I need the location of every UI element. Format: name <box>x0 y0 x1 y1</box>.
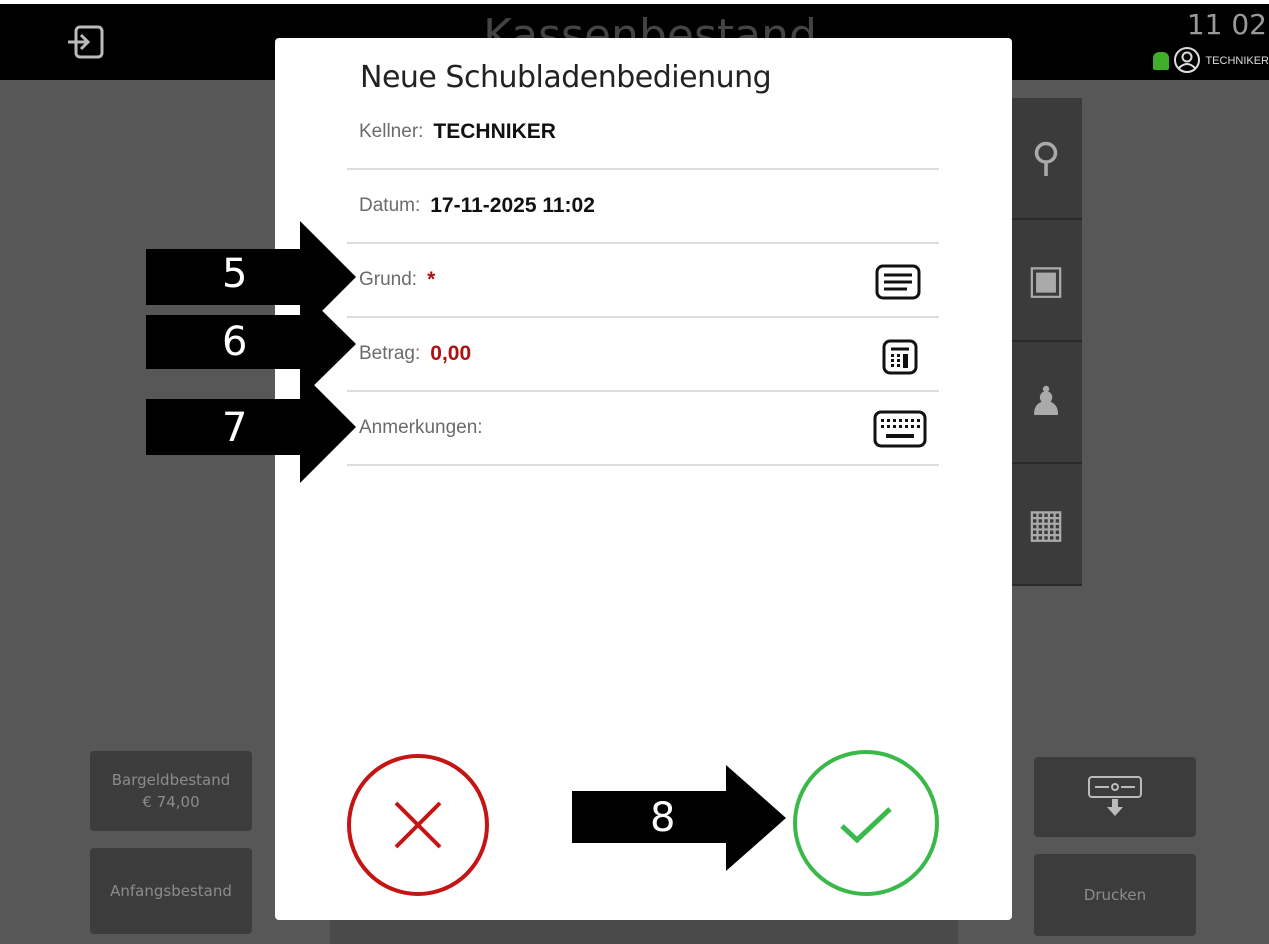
calendar-icon: ▦ <box>1027 502 1065 546</box>
reason-label: Grund: <box>359 269 418 290</box>
waiter-value: TECHNIKER <box>433 120 556 143</box>
check-icon <box>840 807 892 844</box>
notes-label: Anmerkungen: <box>359 417 483 438</box>
notes-row[interactable]: Anmerkungen: <box>347 392 939 466</box>
confirm-button[interactable] <box>793 750 939 896</box>
reason-row[interactable]: Grund: * <box>347 244 939 318</box>
waiter-icon: ♟ <box>1028 380 1064 424</box>
reason-required-marker: * <box>427 268 436 291</box>
print-label: Drucken <box>1083 886 1147 904</box>
top-border <box>0 0 1269 4</box>
waiter-row: Kellner: TECHNIKER <box>347 96 939 170</box>
cash-drawer-icon <box>1088 776 1142 816</box>
keyboard-icon[interactable] <box>873 410 927 453</box>
cash-balance-label: Bargeldbestand <box>111 771 231 789</box>
initial-balance-label: Anfangsbestand <box>110 882 232 900</box>
annotation-arrow-7: 7 <box>146 371 356 488</box>
user-icon <box>1173 46 1201 77</box>
logout-icon[interactable] <box>64 24 108 60</box>
close-icon <box>394 801 442 849</box>
amount-value: 0,00 <box>430 342 472 365</box>
annotation-label-8: 8 <box>650 795 676 841</box>
annotation-arrow-8: 8 <box>572 765 786 876</box>
calculator-icon[interactable] <box>881 338 919 381</box>
cash-balance-value: € 74,00 <box>142 793 200 811</box>
amount-label: Betrag: <box>359 343 421 364</box>
initial-balance-button[interactable]: Anfangsbestand <box>90 848 252 934</box>
waiter-label: Kellner: <box>359 121 424 142</box>
amount-row[interactable]: Betrag: 0,00 <box>347 318 939 392</box>
annotation-label-7: 7 <box>222 405 248 451</box>
siren-icon <box>1153 52 1170 70</box>
search-icon: ⚲ <box>1031 136 1061 180</box>
cash-balance-button[interactable]: Bargeldbestand € 74,00 <box>90 751 252 831</box>
user-name: TECHNIKER <box>1205 55 1269 67</box>
wallet-button[interactable]: ▣ <box>1010 220 1082 342</box>
clock: 11 02 <box>1186 8 1267 41</box>
dialog-title: Neue Schubladenbedienung <box>360 60 772 95</box>
date-value: 17-11-2025 11:02 <box>430 194 595 217</box>
side-toolbar: ⚲ ▣ ♟ ▦ <box>1010 98 1082 586</box>
user-area[interactable]: TECHNIKER <box>1153 46 1269 76</box>
list-icon[interactable] <box>875 264 921 305</box>
calendar-button[interactable]: ▦ <box>1010 464 1082 586</box>
cancel-button[interactable] <box>347 754 489 896</box>
cash-drawer-button[interactable] <box>1034 757 1196 837</box>
waiter-button[interactable]: ♟ <box>1010 342 1082 464</box>
print-button[interactable]: Drucken <box>1034 854 1196 936</box>
date-row: Datum: 17-11-2025 11:02 <box>347 170 939 244</box>
date-label: Datum: <box>359 195 421 216</box>
annotation-label-6: 6 <box>222 319 248 365</box>
search-button[interactable]: ⚲ <box>1010 98 1082 220</box>
wallet-icon: ▣ <box>1027 258 1065 302</box>
